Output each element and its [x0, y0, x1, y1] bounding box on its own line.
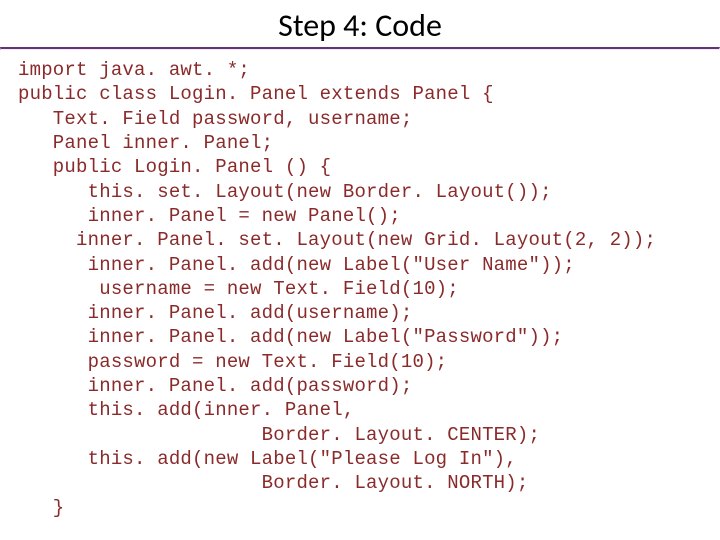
slide: Step 4: Code import java. awt. *; public…: [0, 0, 720, 540]
code-line: public class Login. Panel extends Panel …: [18, 83, 494, 105]
code-line: this. set. Layout(new Border. Layout());: [18, 181, 552, 203]
code-line: Border. Layout. NORTH);: [18, 472, 528, 494]
code-line: Text. Field password, username;: [18, 108, 412, 130]
code-line: this. add(inner. Panel,: [18, 399, 354, 421]
slide-title: Step 4: Code: [0, 0, 720, 47]
code-block: import java. awt. *; public class Login.…: [0, 50, 720, 520]
code-line: username = new Text. Field(10);: [18, 278, 459, 300]
code-line: inner. Panel. add(new Label("User Name")…: [18, 254, 575, 276]
code-line: public Login. Panel () {: [18, 156, 331, 178]
code-line: password = new Text. Field(10);: [18, 351, 447, 373]
code-line: inner. Panel. set. Layout(new Grid. Layo…: [18, 229, 656, 251]
code-line: inner. Panel. add(password);: [18, 375, 412, 397]
code-line: Border. Layout. CENTER);: [18, 424, 540, 446]
code-line: inner. Panel = new Panel();: [18, 205, 401, 227]
code-line: import java. awt. *;: [18, 59, 250, 81]
code-line: inner. Panel. add(new Label("Password"))…: [18, 326, 563, 348]
code-line: this. add(new Label("Please Log In"),: [18, 448, 517, 470]
code-line: inner. Panel. add(username);: [18, 302, 412, 324]
code-line: Panel inner. Panel;: [18, 132, 273, 154]
code-line: }: [18, 497, 64, 519]
